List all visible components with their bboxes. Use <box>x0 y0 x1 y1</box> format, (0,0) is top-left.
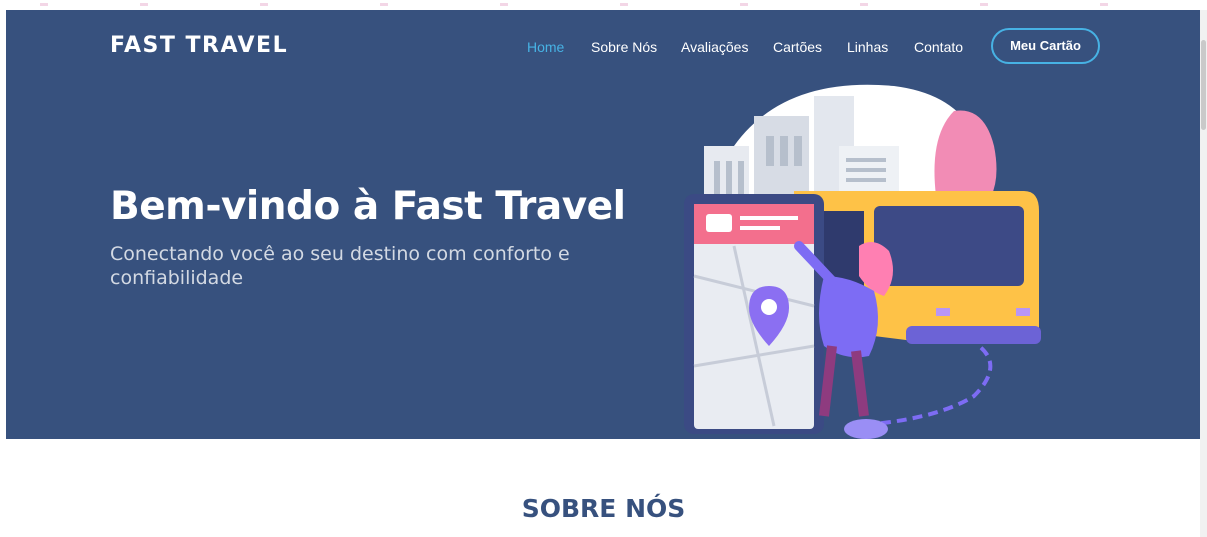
strip-dash <box>1100 3 1108 6</box>
strip-dash <box>140 3 148 6</box>
strip-dash <box>860 3 868 6</box>
hero-subtitle: Conectando você ao seu destino com confo… <box>110 243 570 289</box>
nav-cartoes[interactable]: Cartões <box>773 39 822 55</box>
scrollbar-thumb[interactable] <box>1201 40 1206 130</box>
woman-legs <box>819 345 869 417</box>
nav-contato[interactable]: Contato <box>914 39 963 55</box>
strip-dash <box>500 3 508 6</box>
bus-light <box>1016 308 1030 316</box>
hero-illustration <box>684 84 1041 439</box>
about-section-title: SOBRE NÓS <box>521 494 686 523</box>
nav-avaliacoes[interactable]: Avaliações <box>681 39 748 55</box>
nav-home[interactable]: Home <box>527 39 564 55</box>
nav-sobre-nos[interactable]: Sobre Nós <box>591 39 657 55</box>
bus-stop-icon <box>706 214 732 232</box>
strip-dash <box>740 3 748 6</box>
strip-dash <box>980 3 988 6</box>
bus-light <box>936 308 950 316</box>
strip-dash <box>380 3 388 6</box>
header-line <box>740 216 798 220</box>
meu-cartao-button[interactable]: Meu Cartão <box>991 28 1100 64</box>
nav-linhas[interactable]: Linhas <box>847 39 888 55</box>
hero-section: FAST TRAVEL Home Sobre Nós Avaliações Ca… <box>6 10 1202 439</box>
map-pin-dot <box>761 299 777 315</box>
hero-title: Bem-vindo à Fast Travel <box>110 184 626 229</box>
destination-marker <box>844 419 888 439</box>
bus-bumper <box>906 326 1041 344</box>
top-decorative-strip <box>0 0 1207 10</box>
strip-dash <box>40 3 48 6</box>
bus-window <box>874 206 1024 286</box>
route-dashed-path <box>848 344 993 428</box>
header-line <box>740 226 780 230</box>
strip-dash <box>620 3 628 6</box>
strip-dash <box>260 3 268 6</box>
page-scrollbar[interactable] <box>1200 10 1207 537</box>
